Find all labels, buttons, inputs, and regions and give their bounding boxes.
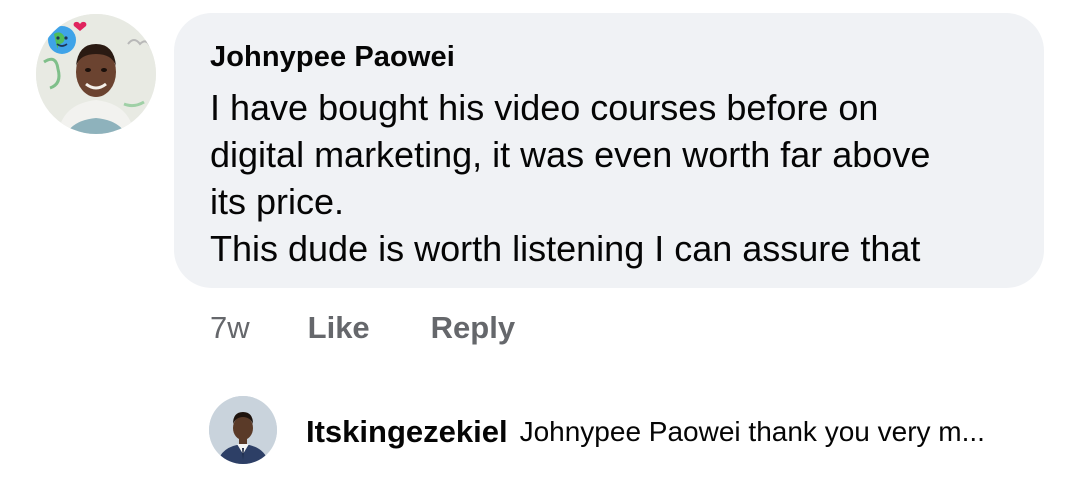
reply-button[interactable]: Reply bbox=[431, 310, 515, 346]
reply-snippet: Johnypee Paowei thank you very m... bbox=[519, 416, 985, 447]
profile-photo bbox=[36, 14, 156, 134]
comment-line: I have bought his video courses before o… bbox=[210, 87, 879, 128]
comment-bubble: Johnypee Paowei I have bought his video … bbox=[174, 13, 1044, 288]
comment-actions: 7w Like Reply bbox=[210, 306, 515, 350]
avatar[interactable] bbox=[36, 14, 156, 134]
reply-preview[interactable]: Itskingezekiel Johnypee Paowei thank you… bbox=[306, 410, 985, 454]
reply-avatar[interactable] bbox=[209, 396, 277, 464]
comment-text: I have bought his video courses before o… bbox=[210, 84, 1008, 272]
comment-author[interactable]: Johnypee Paowei bbox=[210, 39, 1008, 75]
reply-profile-photo bbox=[209, 396, 277, 464]
comment-timestamp[interactable]: 7w bbox=[210, 310, 250, 346]
comment-line: digital marketing, it was even worth far… bbox=[210, 134, 931, 175]
comment-line: This dude is worth listening I can assur… bbox=[210, 228, 921, 269]
reply-author[interactable]: Itskingezekiel bbox=[306, 414, 508, 450]
comment-line: its price. bbox=[210, 181, 345, 222]
like-button[interactable]: Like bbox=[308, 310, 370, 346]
